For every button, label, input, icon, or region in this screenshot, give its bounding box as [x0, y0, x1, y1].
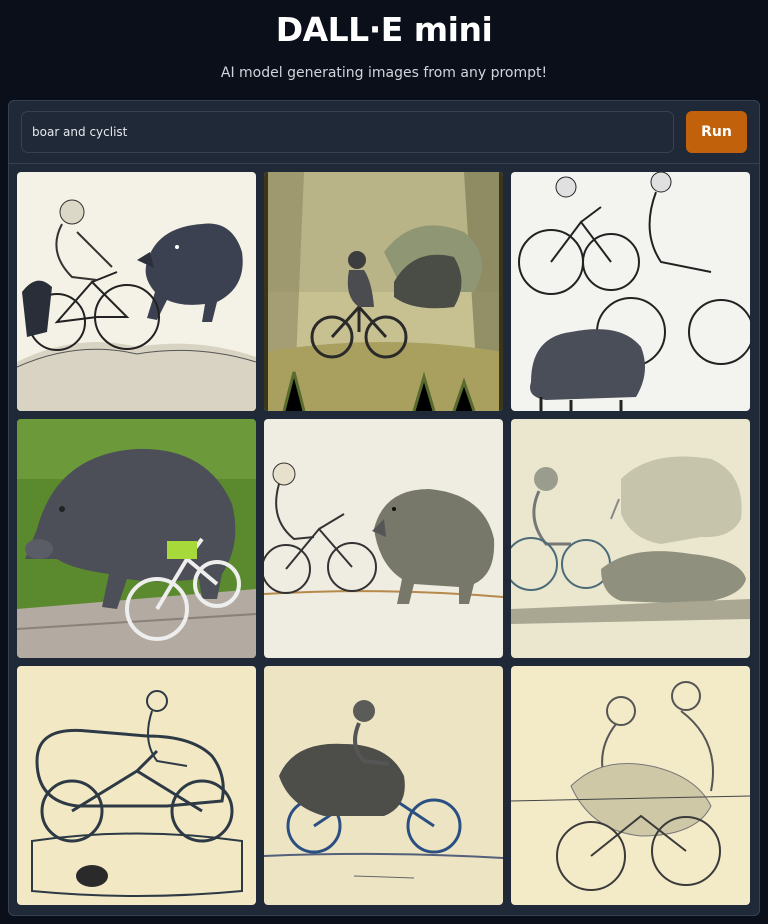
boar-statue-image	[17, 419, 256, 658]
cyclist-boar-chase-image	[264, 419, 503, 658]
gallery-image[interactable]	[17, 172, 256, 411]
gallery-image[interactable]	[264, 172, 503, 411]
boar-bicycle-drawing-image	[17, 666, 256, 905]
run-button[interactable]: Run	[686, 111, 747, 153]
boar-riding-bicycle-image	[264, 666, 503, 905]
gallery-image[interactable]	[17, 419, 256, 658]
main-panel: Run	[8, 100, 760, 916]
prompt-input[interactable]	[21, 111, 674, 153]
forest-cyclist-image	[264, 172, 503, 411]
prompt-bar: Run	[9, 101, 759, 164]
image-gallery	[17, 172, 750, 905]
gallery-image[interactable]	[17, 666, 256, 905]
gallery-image[interactable]	[511, 666, 750, 905]
gallery-image[interactable]	[511, 419, 750, 658]
gallery-image[interactable]	[264, 666, 503, 905]
app-title: DALL·E mini	[275, 10, 493, 49]
two-riders-sketch-image	[511, 666, 750, 905]
boar-cyclist-sketch-image	[17, 172, 256, 411]
gallery-image[interactable]	[511, 172, 750, 411]
app-subtitle: AI model generating images from any prom…	[220, 65, 548, 81]
two-cyclists-boar-image	[511, 172, 750, 411]
pale-cyclist-boar-image	[511, 419, 750, 658]
gallery-image[interactable]	[264, 419, 503, 658]
